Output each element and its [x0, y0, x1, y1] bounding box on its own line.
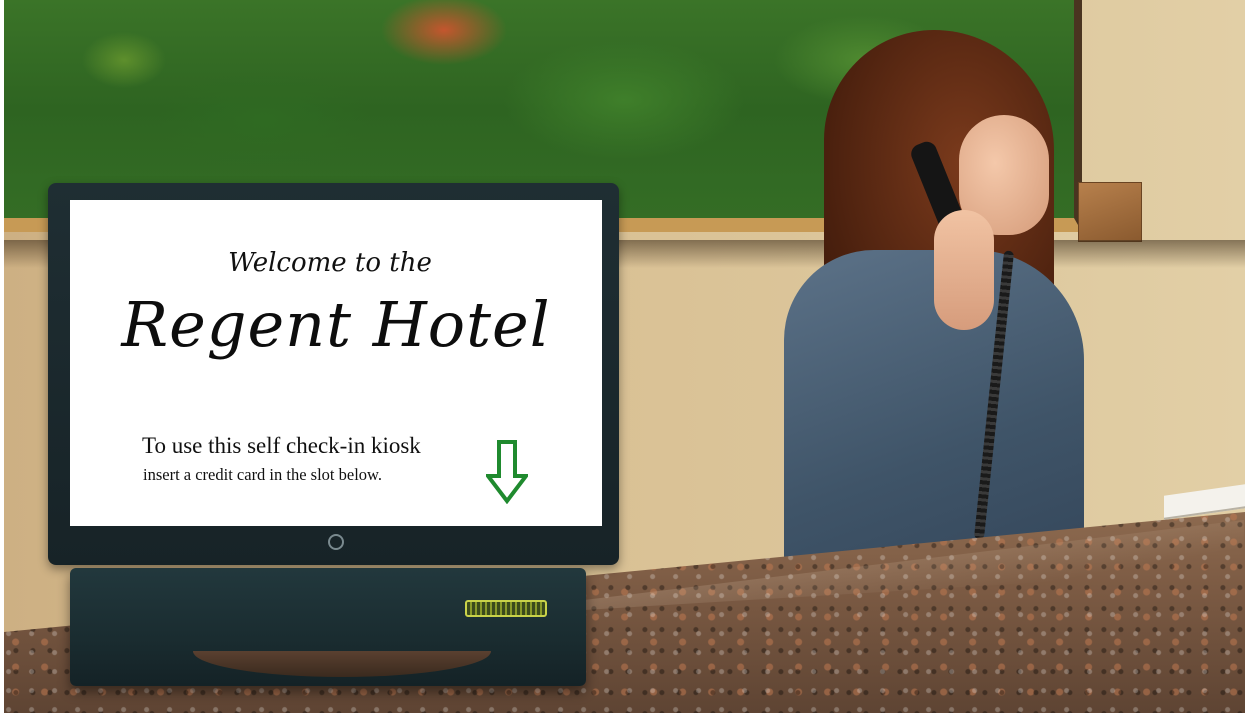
arrow-down-icon — [486, 440, 528, 504]
receptionist — [784, 20, 1104, 580]
kiosk-screen[interactable]: Welcome to the Regent Hotel To use this … — [70, 200, 602, 526]
instruction-line-2: insert a credit card in the slot below. — [143, 465, 383, 484]
card-slot-indicator[interactable] — [465, 600, 547, 617]
welcome-line: Welcome to the — [228, 248, 432, 278]
kiosk-logo-icon — [328, 534, 344, 550]
receptionist-hand — [934, 210, 994, 330]
hotel-reception-photo: Welcome to the Regent Hotel To use this … — [4, 0, 1245, 713]
instruction-line-1: To use this self check-in kiosk — [142, 433, 421, 458]
hotel-name: Regent Hotel — [121, 288, 551, 361]
